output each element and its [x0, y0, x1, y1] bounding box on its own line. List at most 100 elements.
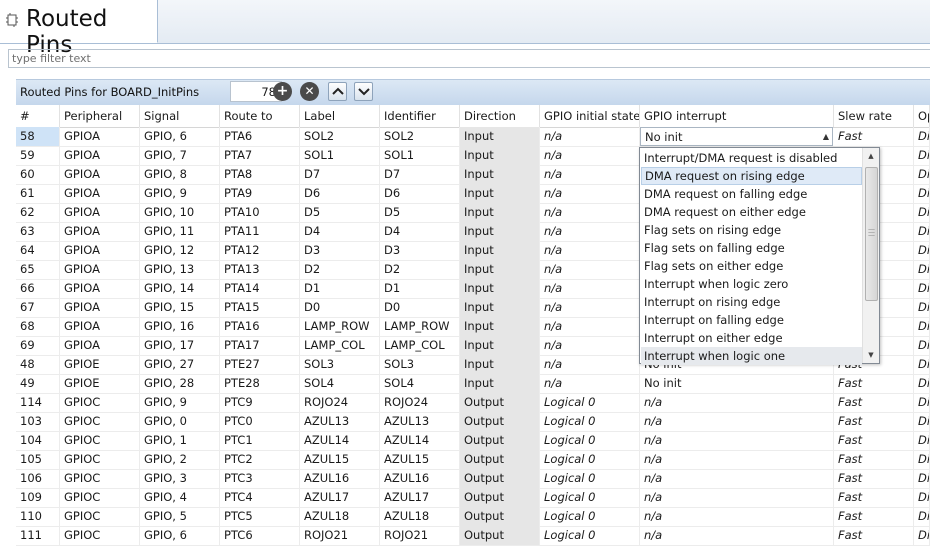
cell-peripheral[interactable]: GPIOC — [60, 488, 140, 507]
cell-peripheral[interactable]: GPIOA — [60, 146, 140, 165]
cell-op[interactable]: Di — [914, 260, 930, 279]
cell-identifier[interactable]: SOL4 — [380, 374, 460, 393]
header-col-signal[interactable]: Signal — [140, 105, 220, 127]
dropdown-option[interactable]: Flag sets on either edge — [641, 257, 862, 275]
cell-identifier[interactable]: AZUL14 — [380, 431, 460, 450]
cell-num[interactable]: 111 — [16, 526, 60, 545]
cell-signal[interactable]: GPIO, 7 — [140, 146, 220, 165]
cell-label[interactable]: D1 — [300, 279, 380, 298]
cell-slew-rate[interactable]: Fast — [834, 526, 914, 545]
cell-direction[interactable]: Input — [460, 336, 540, 355]
cell-label[interactable]: D6 — [300, 184, 380, 203]
cell-gpio-initial-state[interactable]: n/a — [540, 317, 640, 336]
cell-label[interactable]: LAMP_COL — [300, 336, 380, 355]
cell-op[interactable]: Di — [914, 165, 930, 184]
cell-label[interactable]: D5 — [300, 203, 380, 222]
cell-identifier[interactable]: SOL1 — [380, 146, 460, 165]
cell-peripheral[interactable]: GPIOA — [60, 336, 140, 355]
cell-peripheral[interactable]: GPIOA — [60, 222, 140, 241]
dropdown-option[interactable]: DMA request on either edge — [641, 203, 862, 221]
cell-route-to[interactable]: PTA12 — [220, 241, 300, 260]
cell-label[interactable]: LAMP_ROW — [300, 317, 380, 336]
cell-label[interactable]: AZUL14 — [300, 431, 380, 450]
cell-gpio-initial-state[interactable]: n/a — [540, 355, 640, 374]
cell-peripheral[interactable]: GPIOA — [60, 184, 140, 203]
dropdown-scrollbar[interactable]: ▲ — — — ▼ — [862, 148, 879, 363]
cell-gpio-initial-state[interactable]: n/a — [540, 146, 640, 165]
header-col-gpio-interrupt[interactable]: GPIO interrupt — [640, 105, 834, 127]
cell-direction[interactable]: Output — [460, 412, 540, 431]
cell-gpio-interrupt[interactable]: No init — [640, 374, 834, 393]
cell-peripheral[interactable]: GPIOA — [60, 298, 140, 317]
cell-label[interactable]: SOL4 — [300, 374, 380, 393]
cell-route-to[interactable]: PTC4 — [220, 488, 300, 507]
cell-direction[interactable]: Input — [460, 203, 540, 222]
cell-op[interactable]: Di — [914, 317, 930, 336]
cell-num[interactable]: 49 — [16, 374, 60, 393]
cell-direction[interactable]: Input — [460, 260, 540, 279]
cell-identifier[interactable]: D3 — [380, 241, 460, 260]
cell-direction[interactable]: Input — [460, 241, 540, 260]
header-col-label[interactable]: Label — [300, 105, 380, 127]
cell-op[interactable]: Di — [914, 203, 930, 222]
cell-direction[interactable]: Input — [460, 279, 540, 298]
cell-num[interactable]: 114 — [16, 393, 60, 412]
cell-num[interactable]: 68 — [16, 317, 60, 336]
cell-num[interactable]: 103 — [16, 412, 60, 431]
cell-op[interactable]: Di — [914, 127, 930, 146]
cell-slew-rate[interactable]: Fast — [834, 431, 914, 450]
cell-label[interactable]: SOL1 — [300, 146, 380, 165]
cell-gpio-initial-state[interactable]: n/a — [540, 222, 640, 241]
cell-signal[interactable]: GPIO, 16 — [140, 317, 220, 336]
cell-peripheral[interactable]: GPIOA — [60, 279, 140, 298]
cell-num[interactable]: 106 — [16, 469, 60, 488]
cell-direction[interactable]: Input — [460, 298, 540, 317]
cell-gpio-interrupt[interactable]: n/a — [640, 393, 834, 412]
header-col-direction[interactable]: Direction — [460, 105, 540, 127]
cell-op[interactable]: Di — [914, 507, 930, 526]
cell-route-to[interactable]: PTA8 — [220, 165, 300, 184]
cell-route-to[interactable]: PTE27 — [220, 355, 300, 374]
cell-peripheral[interactable]: GPIOA — [60, 165, 140, 184]
cell-identifier[interactable]: LAMP_ROW — [380, 317, 460, 336]
cell-route-to[interactable]: PTC0 — [220, 412, 300, 431]
cell-op[interactable]: Di — [914, 450, 930, 469]
cell-identifier[interactable]: D4 — [380, 222, 460, 241]
scroll-down-icon[interactable]: ▼ — [863, 347, 879, 363]
cell-peripheral[interactable]: GPIOC — [60, 412, 140, 431]
cell-label[interactable]: ROJO24 — [300, 393, 380, 412]
cell-label[interactable]: AZUL13 — [300, 412, 380, 431]
header-col-slew-rate[interactable]: Slew rate — [834, 105, 914, 127]
cell-label[interactable]: D2 — [300, 260, 380, 279]
cell-num[interactable]: 63 — [16, 222, 60, 241]
cell-route-to[interactable]: PTA15 — [220, 298, 300, 317]
cell-signal[interactable]: GPIO, 8 — [140, 165, 220, 184]
table-row[interactable]: 49 GPIOE GPIO, 28 PTE28 SOL4 SOL4 Input n/a No i… — [16, 374, 930, 394]
gpio-interrupt-combo[interactable]: No init ▲ — [640, 127, 833, 146]
cell-gpio-initial-state[interactable]: Logical 0 — [540, 412, 640, 431]
cell-identifier[interactable]: AZUL13 — [380, 412, 460, 431]
cell-signal[interactable]: GPIO, 9 — [140, 184, 220, 203]
dropdown-option[interactable]: Interrupt on either edge — [641, 329, 862, 347]
cell-direction[interactable]: Input — [460, 184, 540, 203]
cell-route-to[interactable]: PTC9 — [220, 393, 300, 412]
header-col-peripheral[interactable]: Peripheral — [60, 105, 140, 127]
cell-gpio-interrupt[interactable]: n/a — [640, 488, 834, 507]
header-col-gpio-initial-state[interactable]: GPIO initial state — [540, 105, 640, 127]
cell-op[interactable]: Di — [914, 393, 930, 412]
cell-slew-rate[interactable]: Fast — [834, 488, 914, 507]
cell-identifier[interactable]: SOL3 — [380, 355, 460, 374]
cell-op[interactable]: Di — [914, 431, 930, 450]
cell-direction[interactable]: Output — [460, 393, 540, 412]
dropdown-option[interactable]: Interrupt when logic one — [641, 347, 862, 365]
cell-label[interactable]: ROJO21 — [300, 526, 380, 545]
cell-gpio-initial-state[interactable]: n/a — [540, 184, 640, 203]
cell-route-to[interactable]: PTE28 — [220, 374, 300, 393]
cell-peripheral[interactable]: GPIOA — [60, 203, 140, 222]
cell-num[interactable]: 66 — [16, 279, 60, 298]
cell-signal[interactable]: GPIO, 1 — [140, 431, 220, 450]
cell-direction[interactable]: Input — [460, 165, 540, 184]
cell-op[interactable]: Di — [914, 279, 930, 298]
table-row[interactable]: 109 GPIOC GPIO, 4 PTC4 AZUL17 AZUL17 Output Log… — [16, 488, 930, 508]
cell-op[interactable]: Di — [914, 222, 930, 241]
